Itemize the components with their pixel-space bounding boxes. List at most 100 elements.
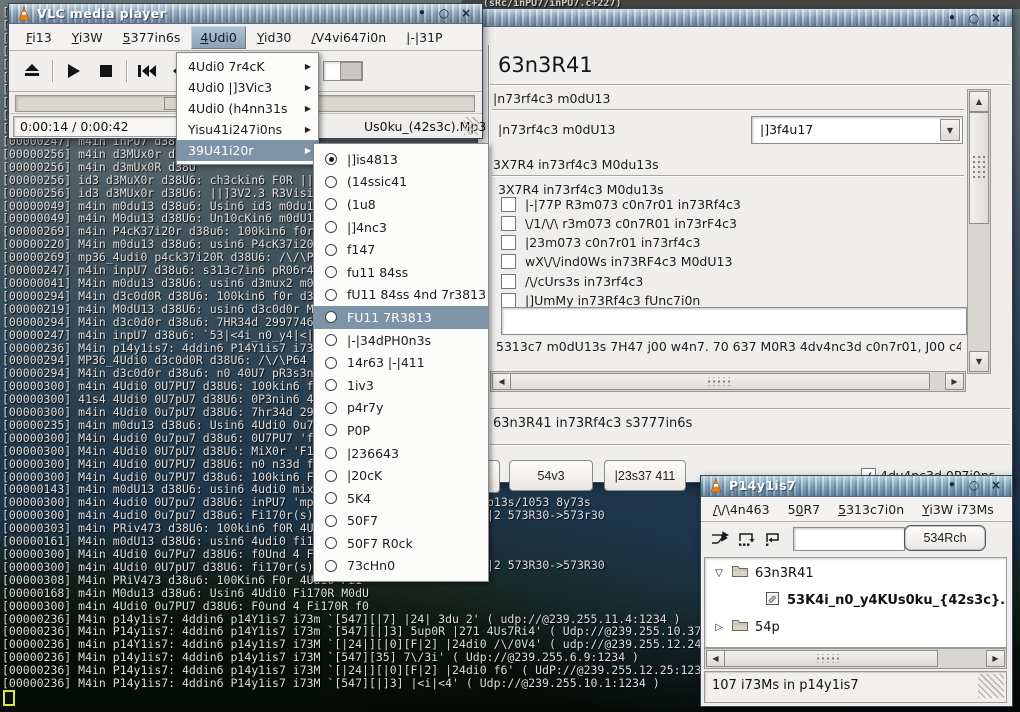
- playlist-menubar-item[interactable]: 50R7: [780, 499, 829, 520]
- checkbox-label: |]UmMy in73Rf4c3 fUnc7i0n: [525, 293, 700, 308]
- menubar-item[interactable]: |-|31P: [397, 26, 451, 49]
- close-button[interactable]: ×: [458, 5, 474, 21]
- interface-module-select[interactable]: |]3f4u17 ▼: [751, 116, 963, 144]
- checkbox[interactable]: [501, 235, 516, 250]
- equalizer-preset-option[interactable]: 50F7 R0ck: [314, 532, 488, 555]
- chevron-down-icon[interactable]: ▼: [940, 119, 960, 141]
- equalizer-preset-option[interactable]: P0P: [314, 419, 488, 442]
- module-checkbox-row[interactable]: wX\/\/ind0Ws in73RF4c3 M0dU13: [501, 254, 732, 270]
- search-input[interactable]: [793, 527, 905, 551]
- tree-group-row[interactable]: ▽ 63n3R41: [713, 564, 814, 582]
- menubar-item[interactable]: /V4vi647i0n: [302, 26, 395, 49]
- scroll-down-icon[interactable]: ▼: [969, 351, 989, 372]
- checkbox[interactable]: [501, 274, 516, 289]
- equalizer-preset-option[interactable]: FU11 7R3813: [314, 306, 488, 329]
- equalizer-preset-option[interactable]: fu11 84ss: [314, 261, 488, 284]
- equalizer-preset-option[interactable]: 73cHn0: [314, 555, 488, 578]
- module-checkbox-row[interactable]: |-|77P R3m073 c0n7r01 in73Rf4c3: [501, 196, 741, 212]
- equalizer-preset-option[interactable]: |]4nc3: [314, 216, 488, 239]
- random-order-button[interactable]: [707, 527, 733, 551]
- horizontal-scrollbar[interactable]: ◀ ▶: [704, 648, 1007, 669]
- audio-menu-item[interactable]: 4Udi0 7r4cK ▶: [177, 56, 318, 77]
- save-button[interactable]: 54v3: [509, 460, 593, 491]
- scrollbar-thumb[interactable]: [969, 112, 989, 224]
- checkbox[interactable]: [501, 293, 516, 308]
- audio-menu-item[interactable]: 39U41i20r ▶: [177, 140, 318, 161]
- equalizer-preset-option[interactable]: p4r7y: [314, 397, 488, 420]
- equalizer-preset-option[interactable]: |]is4813: [314, 148, 488, 171]
- scrollbar-thumb[interactable]: [510, 373, 930, 390]
- scroll-left-icon[interactable]: ◀: [706, 650, 725, 667]
- horizontal-scrollbar[interactable]: ◀ ▶: [490, 371, 966, 392]
- playlist-menubar-item[interactable]: Yi3W i73Ms: [914, 499, 1002, 520]
- checkbox-label: /\/cUrs3s in73rf4c3: [525, 274, 643, 289]
- close-button[interactable]: ×: [988, 10, 1004, 26]
- maximize-button[interactable]: ○: [966, 10, 982, 26]
- volume-slider-handle[interactable]: [340, 62, 362, 80]
- menubar-item[interactable]: Yi3W: [63, 26, 112, 49]
- equalizer-preset-option[interactable]: f147: [314, 238, 488, 261]
- vertical-scrollbar[interactable]: ▲ ▼: [967, 89, 991, 374]
- scroll-right-icon[interactable]: ▶: [945, 373, 964, 390]
- menubar-item[interactable]: 4Udi0: [191, 26, 245, 49]
- equalizer-preset-option[interactable]: 5K4: [314, 487, 488, 510]
- modules-text-input[interactable]: [501, 307, 967, 335]
- module-checkbox-row[interactable]: |23m073 c0n7r01 in73rf4c3: [501, 235, 700, 251]
- vlc-titlebar[interactable]: VLC media player • ○ ×: [9, 4, 482, 24]
- maximize-button[interactable]: ○: [436, 5, 452, 21]
- close-button[interactable]: ×: [988, 477, 1004, 493]
- equalizer-preset-option[interactable]: 1iv3: [314, 374, 488, 397]
- checkbox[interactable]: [501, 216, 516, 231]
- tree-collapsed-icon[interactable]: ▷: [713, 622, 725, 633]
- equalizer-preset-option[interactable]: |-|34dPH0n3s: [314, 329, 488, 352]
- equalizer-preset-option[interactable]: |20cK: [314, 464, 488, 487]
- playlist-menubar-item[interactable]: /\/\4n463: [705, 499, 778, 520]
- preferences-titlebar[interactable]: • ○ ×: [478, 9, 1012, 27]
- search-button[interactable]: 534Rch: [904, 525, 986, 551]
- audio-menu-item[interactable]: 4Udi0 (h4nn31s ▶: [177, 98, 318, 119]
- equalizer-preset-option[interactable]: (1u8: [314, 193, 488, 216]
- audio-menu-item[interactable]: 4Udi0 |]3Vic3 ▶: [177, 77, 318, 98]
- resize-grip[interactable]: [978, 674, 1004, 698]
- resize-grip[interactable]: [464, 117, 479, 135]
- maximize-button[interactable]: ○: [966, 477, 982, 493]
- repeat-one-button[interactable]: [759, 527, 785, 551]
- equalizer-preset-option[interactable]: (14ssic41: [314, 171, 488, 194]
- play-button[interactable]: [60, 59, 86, 83]
- menubar-item[interactable]: 5377in6s: [114, 26, 190, 49]
- equalizer-preset-label: 50F7 R0ck: [347, 536, 413, 551]
- menubar-item[interactable]: Fi13: [17, 26, 61, 49]
- menubar-item[interactable]: Yid30: [248, 26, 301, 49]
- volume-slider[interactable]: [323, 61, 363, 81]
- audio-menu-item[interactable]: Yisu41i247i0ns ▶: [177, 119, 318, 140]
- equalizer-preset-option[interactable]: |236643: [314, 442, 488, 465]
- tree-item-row[interactable]: 53K4i_n0_y4KUs0ku_{42s3c}.Mp3: [765, 591, 1007, 610]
- window-title: P14y1is7: [729, 478, 796, 493]
- playlist-menubar-item[interactable]: 5313c7i0n: [830, 499, 912, 520]
- scroll-up-icon[interactable]: ▲: [969, 91, 989, 112]
- minimize-button[interactable]: •: [944, 477, 960, 493]
- minimize-button[interactable]: •: [414, 5, 430, 21]
- equalizer-preset-label: |-|34dPH0n3s: [347, 333, 431, 348]
- previous-button[interactable]: [134, 59, 160, 83]
- equalizer-preset-label: f147: [347, 242, 375, 257]
- checkbox[interactable]: [501, 197, 516, 212]
- module-checkbox-row[interactable]: /\/cUrs3s in73rf4c3: [501, 273, 643, 289]
- scroll-right-icon[interactable]: ▶: [986, 650, 1005, 667]
- reset-all-button[interactable]: |23s37 411: [604, 460, 686, 491]
- stop-button[interactable]: [93, 59, 119, 83]
- equalizer-preset-option[interactable]: fU11 84ss 4nd 7r3813: [314, 284, 488, 307]
- scroll-left-icon[interactable]: ◀: [492, 373, 511, 390]
- loop-button[interactable]: [733, 527, 759, 551]
- module-checkbox-row[interactable]: \/1/\/\ r3m073 c0n7R01 in73rF4c3: [501, 215, 737, 231]
- equalizer-preset-option[interactable]: 14r63 |-|411: [314, 351, 488, 374]
- equalizer-preset-option[interactable]: 50F7: [314, 510, 488, 533]
- scrollbar-thumb[interactable]: [724, 650, 938, 667]
- playlist-titlebar[interactable]: P14y1is7 • ○ ×: [701, 476, 1012, 497]
- tree-expanded-icon[interactable]: ▽: [713, 568, 725, 579]
- minimize-button[interactable]: •: [944, 10, 960, 26]
- playlist-tree: ▽ 63n3R41 53K4i_n0_y4KUs0ku_{42s3c}.Mp3 …: [704, 557, 1007, 648]
- tree-group-row[interactable]: ▷ 54p: [713, 618, 780, 636]
- checkbox[interactable]: [501, 254, 516, 269]
- eject-button[interactable]: [19, 59, 45, 83]
